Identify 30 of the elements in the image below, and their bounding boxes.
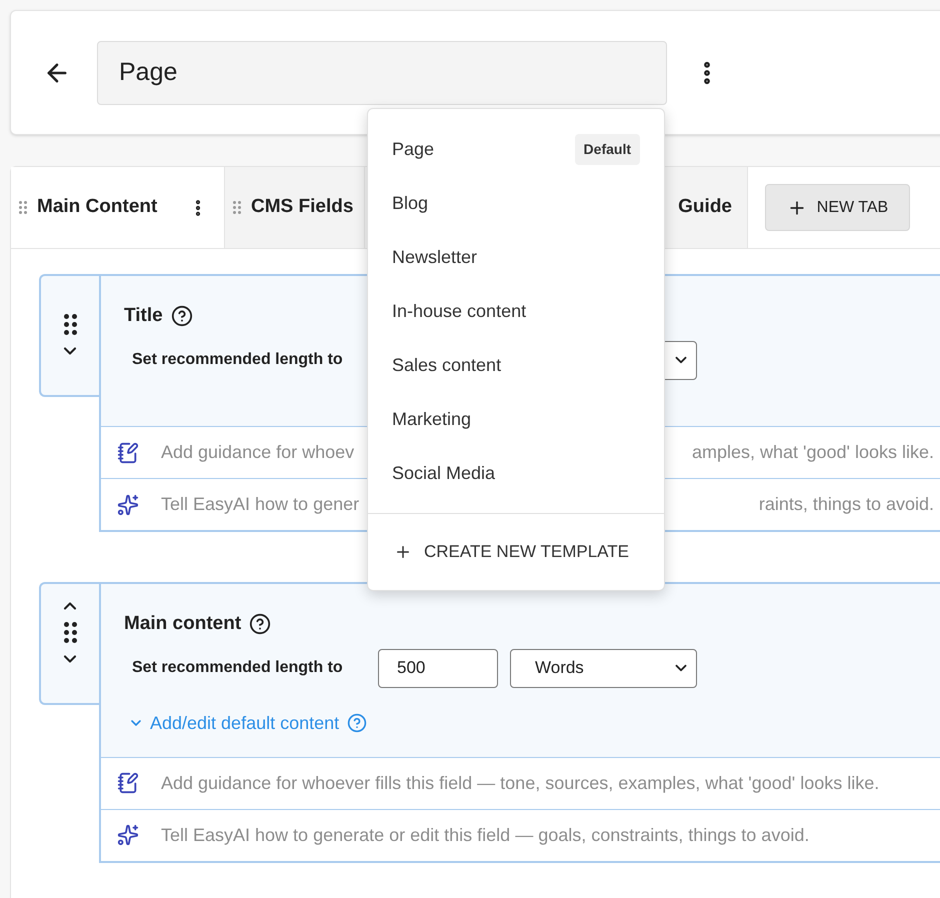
sparkles-icon xyxy=(117,824,139,846)
title-field[interactable]: Page xyxy=(97,40,667,104)
help-icon[interactable] xyxy=(249,613,272,636)
menu-item[interactable]: Marketing xyxy=(368,392,664,446)
drag-handle-icon[interactable] xyxy=(233,201,241,214)
menu-item[interactable]: Page Default xyxy=(368,122,664,176)
default-badge: Default xyxy=(574,134,640,164)
menu-item[interactable]: Sales content xyxy=(368,338,664,392)
field-title: Main content xyxy=(124,612,242,636)
drag-handle-icon[interactable] xyxy=(64,622,76,643)
menu-item[interactable]: In-house content xyxy=(368,284,664,338)
tab[interactable]: CMS Fields xyxy=(225,167,365,248)
menu-item[interactable]: Newsletter xyxy=(368,230,664,284)
length-label: Set recommended length to xyxy=(132,658,344,678)
menu-item[interactable]: Social Media xyxy=(368,446,664,500)
sparkles-icon xyxy=(117,494,139,516)
new-tab-button[interactable]: NEW TAB xyxy=(765,184,910,231)
notes-icon xyxy=(117,772,139,794)
notes-icon xyxy=(117,442,139,464)
menu-item[interactable]: Blog xyxy=(368,176,664,230)
help-icon[interactable] xyxy=(170,305,193,328)
length-label: Set recommended length to xyxy=(132,350,344,370)
field-title: Title xyxy=(124,304,163,328)
drag-handle-icon[interactable] xyxy=(19,201,27,214)
tab[interactable]: Main Content xyxy=(11,167,225,248)
length-input[interactable]: 500 xyxy=(378,648,498,688)
create-template-button[interactable]: CREATE NEW TEMPLATE xyxy=(368,514,664,590)
drag-handle-icon[interactable] xyxy=(64,314,76,335)
plus-icon xyxy=(394,543,412,561)
unit-select[interactable]: Words xyxy=(510,648,697,688)
